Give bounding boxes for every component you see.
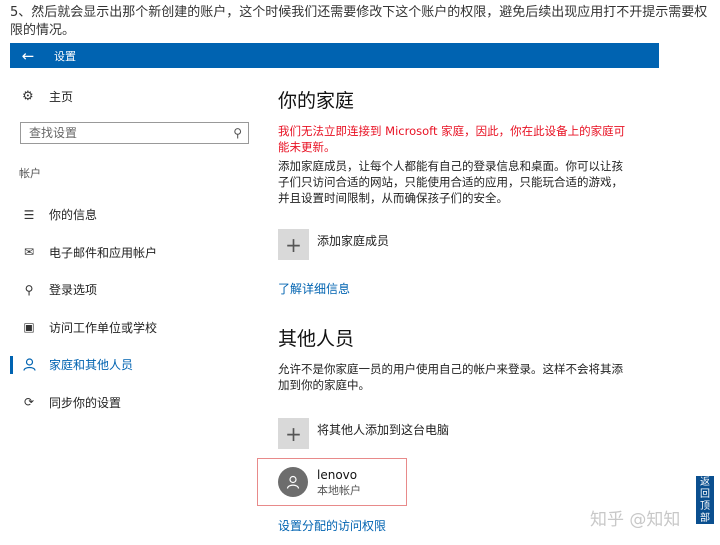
sidebar-item-label: 访问工作单位或学校 xyxy=(49,320,158,335)
settings-titlebar: ← 设置 xyxy=(10,43,659,68)
home-label: 主页 xyxy=(49,90,74,104)
avatar xyxy=(278,467,308,497)
sidebar-item-work[interactable]: ▣ 访问工作单位或学校 xyxy=(10,309,260,347)
sidebar: ⚙ 主页 ⚲ 帐户 ☰ 你的信息 ✉ 电子邮件和应用帐户 ⚲ 登录选项 ▣ 访问… xyxy=(10,68,260,545)
add-family-label: 添加家庭成员 xyxy=(317,234,390,248)
mail-icon: ✉ xyxy=(23,245,35,260)
search-box[interactable]: ⚲ xyxy=(20,122,249,144)
window-title: 设置 xyxy=(54,49,76,63)
key-icon: ⚲ xyxy=(24,282,34,297)
sidebar-item-email[interactable]: ✉ 电子邮件和应用帐户 xyxy=(10,234,260,272)
add-other-label: 将其他人添加到这台电脑 xyxy=(317,423,450,437)
search-input[interactable] xyxy=(29,126,209,140)
zhihu-watermark: 知乎 @知知 xyxy=(590,510,681,530)
back-arrow-icon[interactable]: ← xyxy=(10,43,46,68)
assigned-access-link[interactable]: 设置分配的访问权限 xyxy=(278,517,386,534)
account-type: 本地帐户 xyxy=(317,483,361,497)
sidebar-item-sync[interactable]: ⟳ 同步你的设置 xyxy=(10,384,260,422)
plus-icon: + xyxy=(278,229,309,260)
sidebar-item-label: 登录选项 xyxy=(49,283,98,298)
article-paragraph: 5、然后就会显示出那个新创建的账户，这个时候我们还需要修改下这个账户的权限，避免… xyxy=(10,5,708,38)
settings-window: ⚙ 主页 ⚲ 帐户 ☰ 你的信息 ✉ 电子邮件和应用帐户 ⚲ 登录选项 ▣ 访问… xyxy=(10,68,659,545)
sidebar-item-label: 电子邮件和应用帐户 xyxy=(49,245,158,260)
search-icon[interactable]: ⚲ xyxy=(233,126,242,140)
account-name: lenovo xyxy=(317,467,358,482)
family-warning: 我们无法立即连接到 Microsoft 家庭，因此，你在此设备上的家庭可能未更新… xyxy=(278,124,626,154)
sidebar-item-family[interactable]: 家庭和其他人员 xyxy=(10,346,260,384)
briefcase-icon: ▣ xyxy=(23,320,35,335)
section-label-accounts: 帐户 xyxy=(19,167,41,180)
plus-icon: + xyxy=(278,418,309,449)
sidebar-home[interactable]: ⚙ 主页 xyxy=(22,88,73,105)
add-other-person-button[interactable]: + 将其他人添加到这台电脑 xyxy=(278,418,449,449)
others-description: 允许不是你家庭一员的用户使用自己的帐户来登录。这样不会将其添加到你的家庭中。 xyxy=(278,362,623,392)
sidebar-item-your-info[interactable]: ☰ 你的信息 xyxy=(10,196,260,234)
sidebar-item-label: 家庭和其他人员 xyxy=(49,358,134,373)
back-to-top-button[interactable]: 返回顶部 xyxy=(696,476,714,524)
sidebar-nav: ☰ 你的信息 ✉ 电子邮件和应用帐户 ⚲ 登录选项 ▣ 访问工作单位或学校 家庭… xyxy=(10,196,260,421)
gear-icon: ⚙ xyxy=(22,88,34,104)
others-title: 其他人员 xyxy=(278,328,355,350)
person-icon xyxy=(22,358,36,372)
sidebar-item-sign-in[interactable]: ⚲ 登录选项 xyxy=(10,271,260,309)
sync-icon: ⟳ xyxy=(23,395,35,410)
add-family-member-button[interactable]: + 添加家庭成员 xyxy=(278,229,389,260)
family-description: 添加家庭成员，让每个人都能有自己的登录信息和桌面。你可以让孩子们只访问合适的网站… xyxy=(278,159,623,205)
learn-more-link[interactable]: 了解详细信息 xyxy=(278,280,350,297)
family-title: 你的家庭 xyxy=(278,90,355,112)
sidebar-item-label: 你的信息 xyxy=(49,208,98,223)
sidebar-item-label: 同步你的设置 xyxy=(49,395,122,410)
person-icon xyxy=(286,475,300,489)
account-item-lenovo[interactable]: lenovo 本地帐户 xyxy=(257,458,407,506)
person-info-icon: ☰ xyxy=(23,207,35,222)
